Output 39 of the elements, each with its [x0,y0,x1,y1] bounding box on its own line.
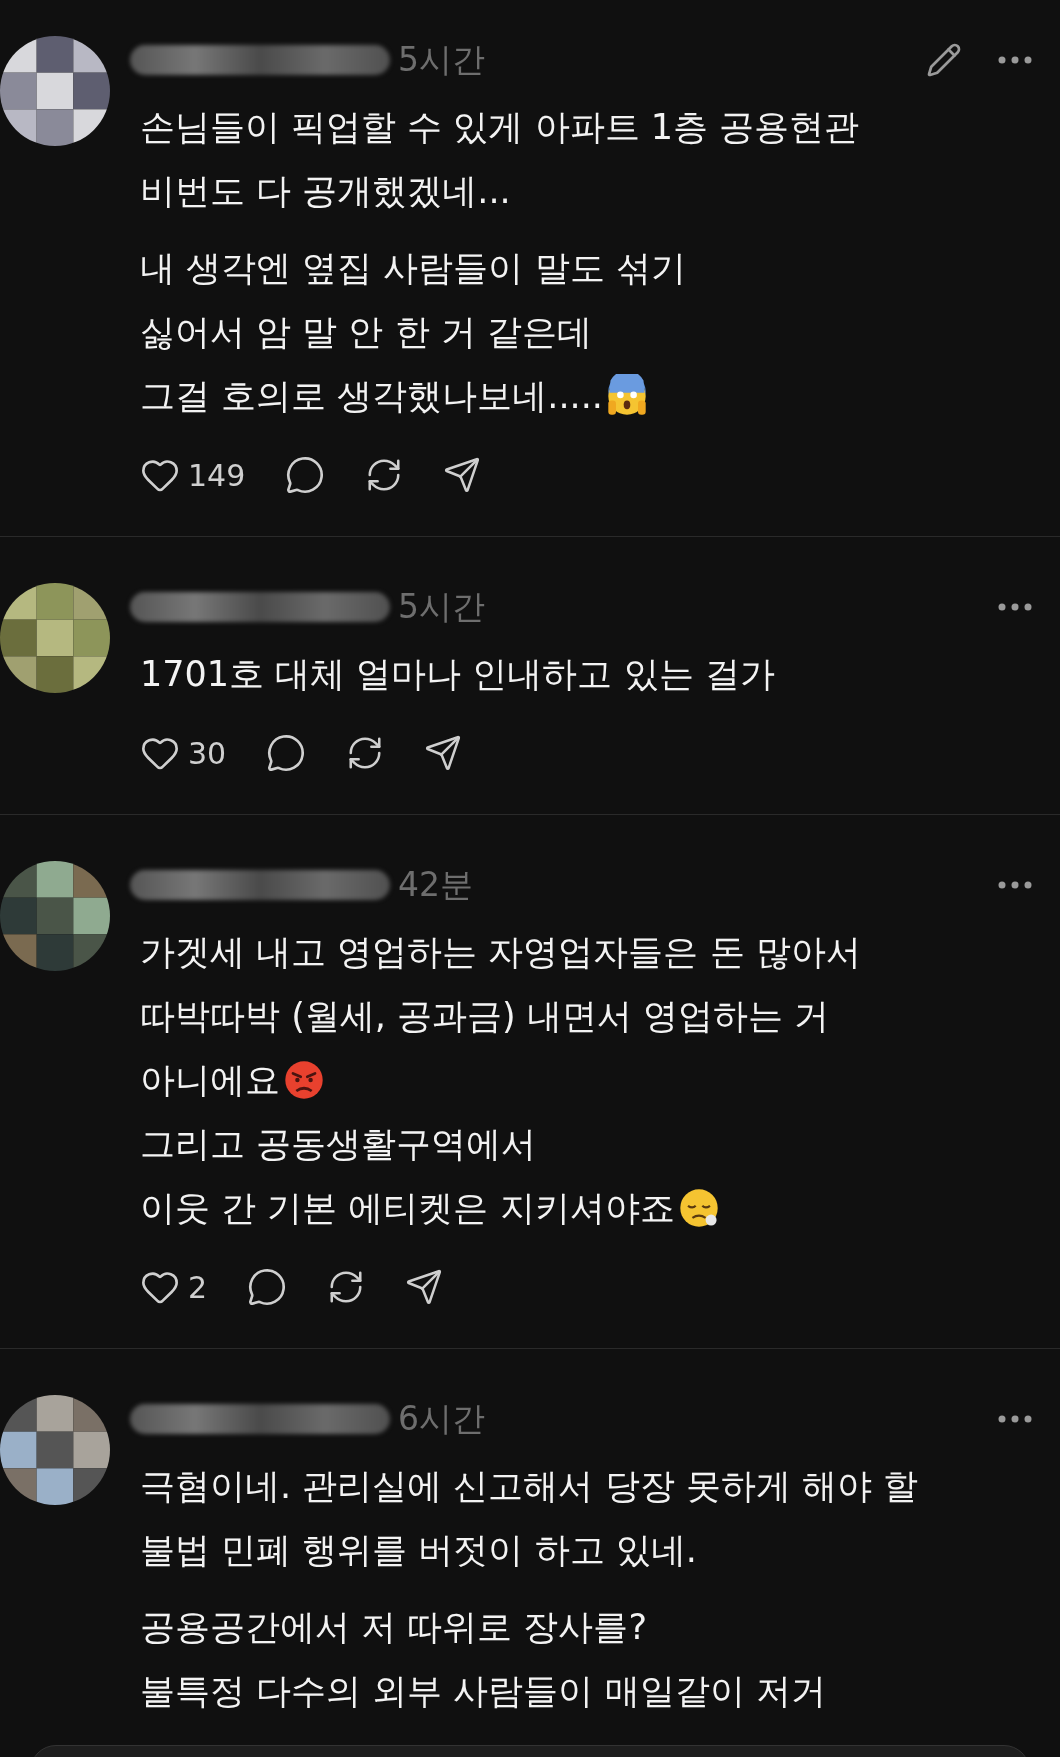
like-button[interactable]: 30 [140,733,227,773]
comment-text: 그걸 호의로 생각했나보네..... [140,374,603,418]
comment-text: 내 생각엔 옆집 사람들이 말도 섞기 [140,246,686,290]
comment-text: 비번도 다 공개했겠네... [140,169,511,213]
comment-text: 1701호 대체 얼마나 인내하고 있는 걸가 [140,652,775,696]
share-button[interactable] [443,456,482,494]
share-button[interactable] [424,734,463,772]
comment-button[interactable] [266,733,307,773]
comment-text: 가겟세 내고 영업하는 자영업자들은 돈 많아서 [140,930,861,974]
comment-text: 이웃 간 기본 에티켓은 지키셔야죠 [140,1186,675,1230]
comment-text: 아니에요 [140,1058,280,1102]
share-button[interactable] [405,1268,444,1306]
timestamp: 5시간 [398,38,485,81]
comment-text: 극혐이네. 관리실에 신고해서 당장 못하게 해야 할 [140,1464,918,1508]
speech-bubble-icon [285,455,326,495]
comment-text: 그리고 공동생활구역에서 [140,1122,537,1166]
pencil-icon [926,42,962,78]
comment-text: 손님들이 픽업할 수 있게 아파트 1층 공용현관 [140,105,860,149]
more-icon [998,603,1032,611]
speech-bubble-icon [266,733,307,773]
like-button[interactable]: 149 [140,455,246,495]
comment-button[interactable] [285,455,326,495]
more-icon [998,56,1032,64]
more-icon [998,881,1032,889]
like-button[interactable]: 2 [140,1267,208,1307]
comment-text: 불법 민폐 행위를 버젓이 하고 있네. [140,1528,697,1572]
comment-text: 불특정 다수의 외부 사람들이 매일같이 저거 [140,1669,826,1713]
timestamp: 42분 [398,863,473,906]
comment-text: 공용공간에서 저 따위로 장사를? [140,1605,647,1649]
send-icon [424,734,463,772]
send-icon [405,1268,444,1306]
send-icon [443,456,482,494]
timestamp: 5시간 [398,585,485,628]
comment-button[interactable] [247,1267,288,1307]
comment-text: 따박따박 (월세, 공과금) 내면서 영업하는 거 [140,994,830,1038]
comment-text: 싫어서 암 말 안 한 거 같은데 [140,310,592,354]
more-icon [998,1415,1032,1423]
speech-bubble-icon [247,1267,288,1307]
timestamp: 6시간 [398,1397,485,1440]
